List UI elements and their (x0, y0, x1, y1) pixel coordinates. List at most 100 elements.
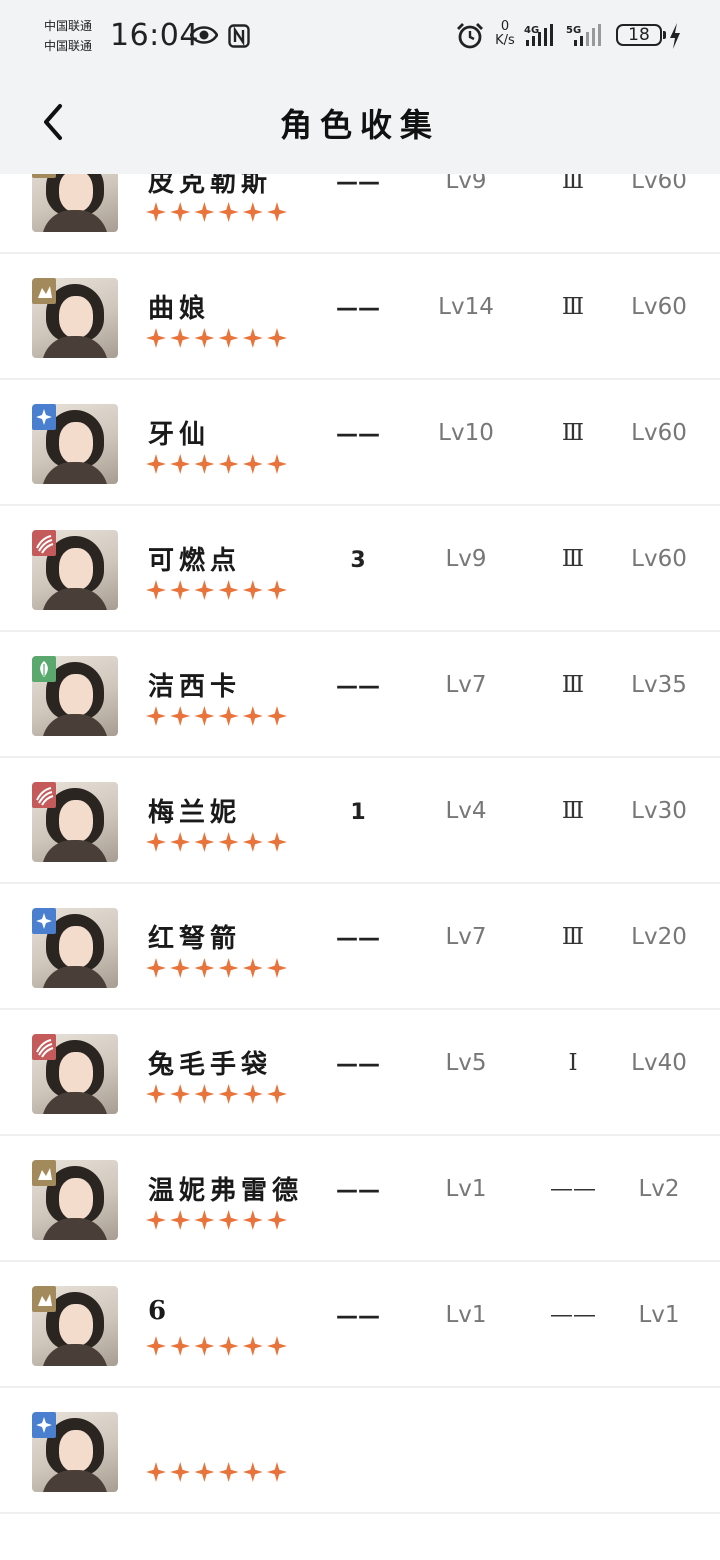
character-name: 红弩箭 (148, 924, 242, 954)
character-level: Lv5 (445, 1050, 487, 1076)
character-rank: —— (550, 1176, 596, 1202)
status-bar: 中国联通 中国联通 16:04 0 K/s 4G 5G 18 (0, 0, 720, 72)
max-level: Lv60 (631, 546, 687, 572)
character-portrait (32, 530, 118, 610)
battery-icon: 18 (616, 24, 662, 46)
character-row[interactable]: 曲娘 —— Lv14 Ⅲ Lv60 (0, 254, 720, 380)
character-level: Lv9 (445, 546, 487, 572)
character-name: 兔毛手袋 (148, 1050, 273, 1080)
net-speed-value: 0 (500, 19, 510, 34)
element-badge-icon (32, 1286, 56, 1312)
character-row[interactable]: 可燃点 3 Lv9 Ⅲ Lv60 (0, 506, 720, 632)
character-name: 洁西卡 (148, 672, 242, 702)
duplicates-count: —— (336, 296, 380, 321)
rarity-stars (146, 1082, 288, 1106)
character-list: 伊索尔德——Lv10ⅢLv60皮克勒斯——Lv9ⅢLv60曲娘——Lv14ⅢLv… (0, 0, 720, 1560)
rarity-stars (146, 200, 288, 224)
max-level: Lv40 (631, 1050, 687, 1076)
character-level: Lv10 (438, 420, 494, 446)
carrier-labels: 中国联通 中国联通 (44, 16, 92, 56)
signal-5g-icon: 5G (566, 24, 601, 46)
character-row[interactable] (0, 1388, 720, 1514)
element-badge-icon (32, 1412, 56, 1438)
character-level: Lv4 (445, 798, 487, 824)
character-portrait (32, 404, 118, 484)
nfc-icon (228, 24, 250, 48)
signal-2-label: 5G (566, 25, 581, 36)
character-level: Lv1 (445, 1176, 487, 1202)
rarity-stars (146, 830, 288, 854)
character-level: Lv7 (445, 672, 487, 698)
character-row[interactable]: 温妮弗雷德 —— Lv1 —— Lv2 (0, 1136, 720, 1262)
battery-tip (663, 31, 666, 39)
duplicates-count: 3 (350, 548, 366, 573)
duplicates-count: —— (336, 926, 380, 951)
character-portrait (32, 1412, 118, 1492)
character-rank: —— (550, 1302, 596, 1328)
duplicates-count: —— (336, 422, 380, 447)
max-level: Lv60 (631, 420, 687, 446)
character-name: 温妮弗雷德 (148, 1176, 304, 1206)
charging-icon (670, 23, 680, 49)
max-level: Lv20 (631, 924, 687, 950)
page-title: 角色收集 (279, 106, 440, 144)
character-row[interactable]: 6 —— Lv1 —— Lv1 (0, 1262, 720, 1388)
character-portrait (32, 1160, 118, 1240)
duplicates-count: —— (336, 1178, 380, 1203)
max-level: Lv60 (631, 294, 687, 320)
element-badge-icon (32, 404, 56, 430)
signal-4g-icon: 4G (524, 24, 553, 46)
header: 角色收集 (0, 72, 720, 174)
rarity-stars (146, 1334, 288, 1358)
element-badge-icon (32, 908, 56, 934)
character-rank: Ⅰ (568, 1050, 578, 1076)
character-row[interactable]: 梅兰妮 1 Lv4 Ⅲ Lv30 (0, 758, 720, 884)
max-level: Lv2 (638, 1176, 680, 1202)
character-row[interactable]: 牙仙 —— Lv10 Ⅲ Lv60 (0, 380, 720, 506)
rarity-stars (146, 1208, 288, 1232)
element-badge-icon (32, 1160, 56, 1186)
rarity-stars (146, 452, 288, 476)
max-level: Lv35 (631, 672, 687, 698)
character-rank: Ⅲ (561, 546, 585, 572)
character-name: 6 (148, 1296, 172, 1326)
character-portrait (32, 782, 118, 862)
element-badge-icon (32, 1034, 56, 1060)
rarity-stars (146, 326, 288, 350)
character-name: 可燃点 (148, 546, 242, 576)
character-rank: Ⅲ (561, 672, 585, 698)
character-row[interactable]: 红弩箭 —— Lv7 Ⅲ Lv20 (0, 884, 720, 1010)
character-level: Lv14 (438, 294, 494, 320)
carrier-2: 中国联通 (44, 39, 93, 53)
character-name: 梅兰妮 (148, 798, 242, 828)
character-row[interactable]: 兔毛手袋 —— Lv5 Ⅰ Lv40 (0, 1010, 720, 1136)
character-rank: Ⅲ (561, 294, 585, 320)
character-name: 牙仙 (148, 420, 211, 450)
duplicates-count: 1 (350, 800, 366, 825)
duplicates-count: —— (336, 1304, 380, 1329)
character-row[interactable]: 洁西卡 —— Lv7 Ⅲ Lv35 (0, 632, 720, 758)
rarity-stars (146, 578, 288, 602)
character-portrait (32, 1034, 118, 1114)
eye-icon (190, 26, 218, 44)
signal-1-label: 4G (524, 25, 539, 36)
max-level: Lv1 (638, 1302, 680, 1328)
character-rank: Ⅲ (561, 924, 585, 950)
character-portrait (32, 1286, 118, 1366)
rarity-stars (146, 956, 288, 980)
character-name: 曲娘 (148, 294, 211, 324)
duplicates-count: —— (336, 674, 380, 699)
element-badge-icon (32, 656, 56, 682)
network-speed: 0 K/s (492, 20, 518, 48)
alarm-icon (457, 23, 483, 49)
duplicates-count: —— (336, 1052, 380, 1077)
rarity-stars (146, 704, 288, 728)
character-rank: Ⅲ (561, 420, 585, 446)
clock: 16:04 (110, 18, 199, 53)
element-badge-icon (32, 782, 56, 808)
element-badge-icon (32, 530, 56, 556)
rarity-stars (146, 1460, 288, 1484)
character-level: Lv7 (445, 924, 487, 950)
carrier-1: 中国联通 (44, 19, 93, 33)
character-portrait (32, 908, 118, 988)
